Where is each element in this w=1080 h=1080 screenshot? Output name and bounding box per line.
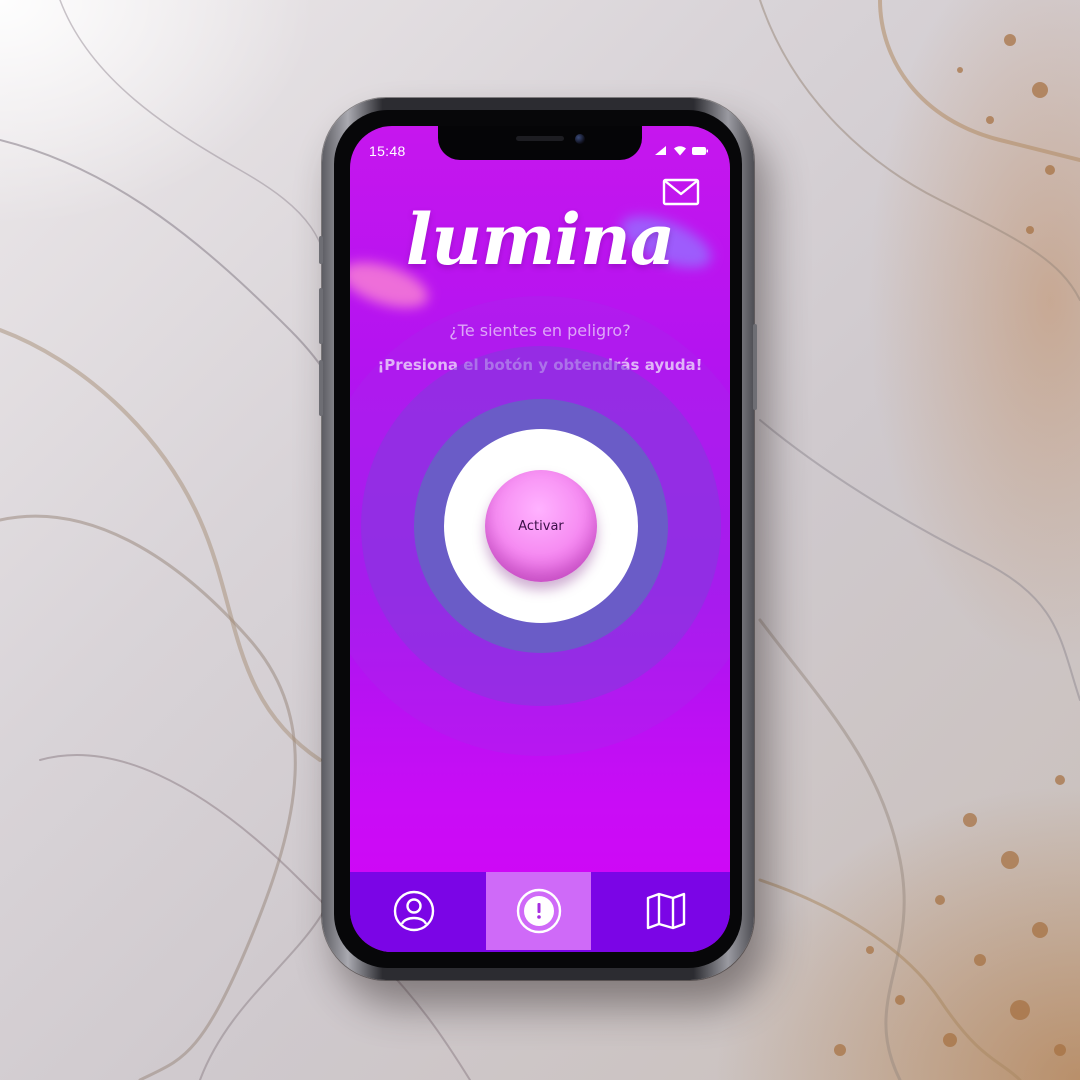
- volume-up-button: [319, 288, 323, 344]
- tab-alert[interactable]: [486, 872, 591, 950]
- bottom-tabbar: [350, 872, 730, 952]
- activate-label: Activar: [518, 518, 564, 534]
- app-logo: lumina: [405, 198, 675, 281]
- side-button: [319, 236, 323, 264]
- status-time: 15:48: [369, 143, 406, 159]
- camera-icon: [575, 134, 585, 144]
- volume-down-button: [319, 360, 323, 416]
- battery-icon: [692, 146, 708, 155]
- wifi-icon: [674, 146, 686, 156]
- tab-map[interactable]: [614, 872, 718, 950]
- profile-icon: [393, 890, 435, 932]
- notch: [438, 126, 642, 160]
- map-icon: [646, 892, 686, 930]
- tab-profile[interactable]: [362, 872, 466, 950]
- signal-icon: [655, 146, 666, 155]
- speaker: [516, 136, 564, 141]
- activate-button[interactable]: Activar: [485, 470, 597, 582]
- power-button: [753, 324, 757, 410]
- app-screen: 15:48 lumina ¿Te sientes en peligro? ¡Pr…: [350, 126, 730, 952]
- status-icons: [654, 145, 708, 156]
- alert-icon: [516, 888, 561, 934]
